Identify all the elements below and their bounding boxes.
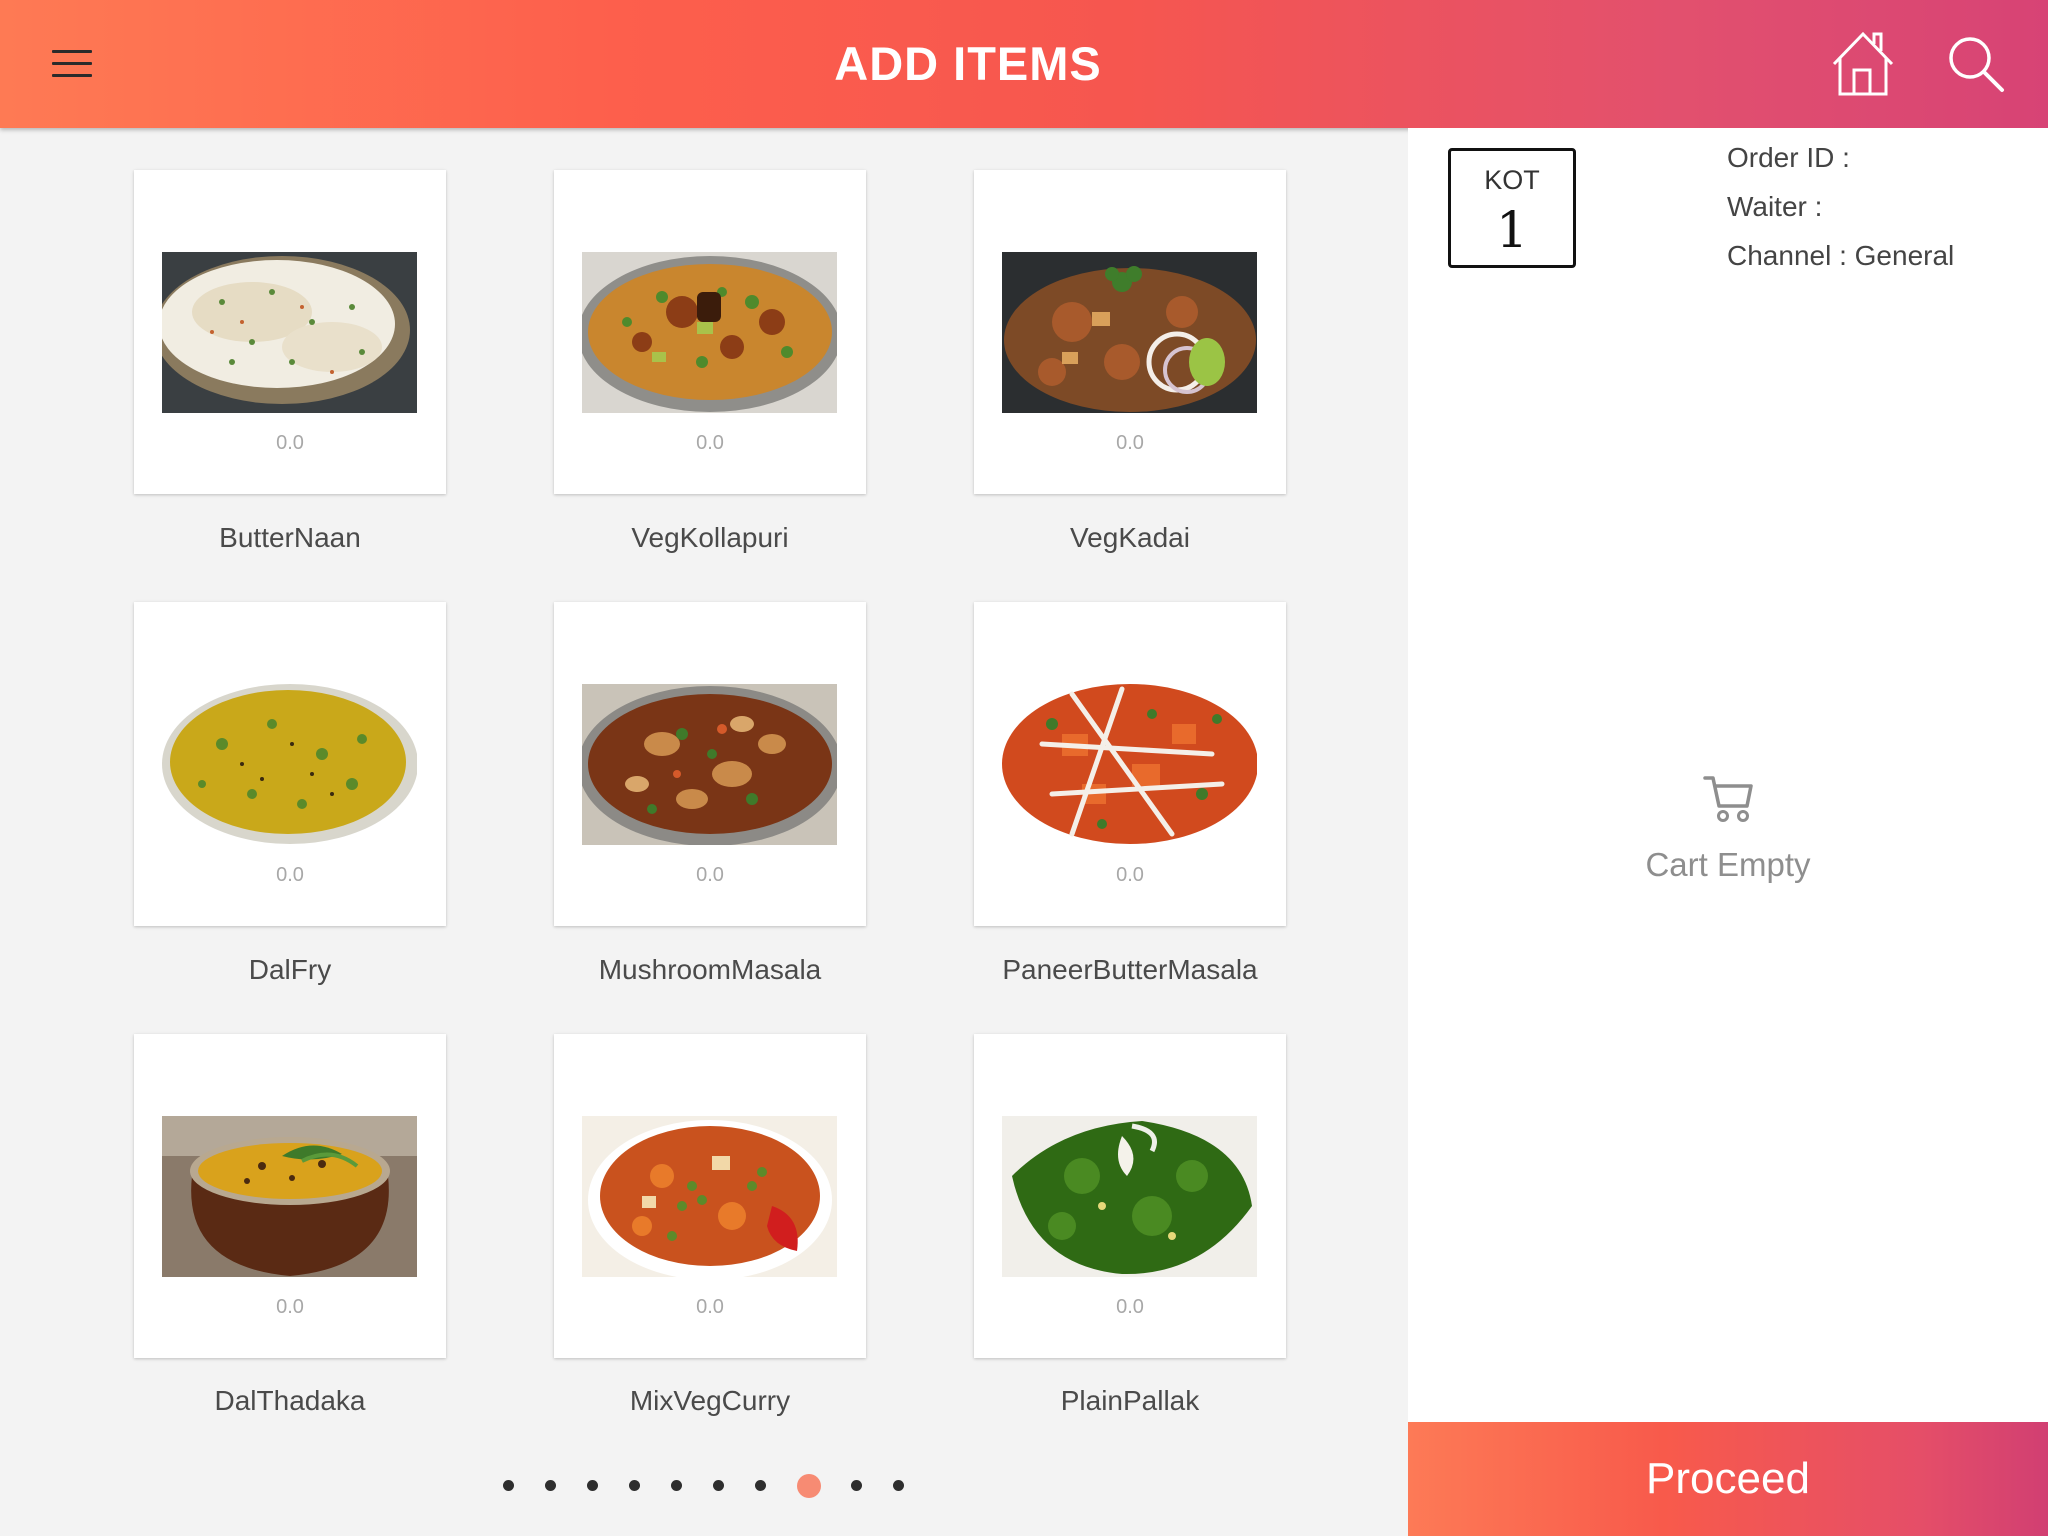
item-card-paneer-butter-masala[interactable]: 0.0 (974, 602, 1286, 926)
item-name: DalFry (248, 954, 332, 985)
item-card-mix-veg-curry[interactable]: 0.0 (554, 1034, 866, 1358)
order-panel: KOT 1 Order ID : Waiter : Channel : Gene… (1408, 128, 2048, 1536)
mix-veg-curry-image (582, 1116, 837, 1277)
item-name: DalThadaka (214, 1385, 366, 1416)
item-name: ButterNaan (219, 522, 361, 553)
top-app-bar: ADD ITEMS (0, 0, 2048, 128)
cart-icon (1701, 772, 1757, 826)
page-dot[interactable] (755, 1480, 766, 1491)
item-price: 0.0 (276, 864, 304, 886)
search-icon[interactable] (1946, 34, 2006, 94)
item-name: MixVegCurry (629, 1385, 791, 1416)
page-title: ADD ITEMS (834, 37, 1102, 90)
channel-label: Channel : General (1727, 240, 1955, 271)
veg-kadai-image (1002, 252, 1257, 413)
page-dot[interactable] (587, 1480, 598, 1491)
page-dot[interactable] (713, 1480, 724, 1491)
page-dot-active[interactable] (797, 1474, 821, 1498)
page-dot[interactable] (503, 1480, 514, 1491)
waiter-label: Waiter : (1727, 191, 1823, 222)
item-card-butter-naan[interactable]: 0.0 (134, 170, 446, 494)
order-id-label: Order ID : (1727, 142, 1850, 173)
page-dot[interactable] (671, 1480, 682, 1491)
item-price: 0.0 (696, 864, 724, 886)
plain-pallak-image (1002, 1116, 1257, 1277)
menu-item-grid: 0.0 ButterNaan 0.0 VegKollapuri 0.0 VegK… (0, 128, 1408, 1536)
item-price: 0.0 (276, 432, 304, 454)
dal-thadaka-image (162, 1116, 417, 1277)
item-name: VegKollapuri (631, 522, 789, 553)
page-dot[interactable] (629, 1480, 640, 1491)
kot-number: 1 (1496, 201, 1528, 259)
item-price: 0.0 (276, 1296, 304, 1318)
mushroom-masala-image (582, 684, 837, 845)
item-card-veg-kollapuri[interactable]: 0.0 (554, 170, 866, 494)
page-dot[interactable] (545, 1480, 556, 1491)
item-name: MushroomMasala (598, 954, 822, 985)
item-card-mushroom-masala[interactable]: 0.0 (554, 602, 866, 926)
item-card-dal-fry[interactable]: 0.0 (134, 602, 446, 926)
veg-kollapuri-image (582, 252, 837, 413)
page-dot[interactable] (893, 1480, 904, 1491)
kot-box: KOT 1 (1448, 148, 1576, 268)
dal-fry-image (162, 684, 417, 845)
page-dot[interactable] (851, 1480, 862, 1491)
item-card-veg-kadai[interactable]: 0.0 (974, 170, 1286, 494)
cart-empty-text: Cart Empty (1645, 846, 1811, 883)
item-name: VegKadai (1070, 522, 1190, 553)
paneer-butter-masala-image (1002, 684, 1257, 845)
item-price: 0.0 (1116, 1296, 1144, 1318)
item-price: 0.0 (1116, 432, 1144, 454)
proceed-button[interactable]: Proceed (1408, 1422, 2048, 1536)
page-indicator (0, 1466, 1408, 1506)
butter-naan-image (162, 252, 417, 413)
item-name: PlainPallak (1060, 1385, 1200, 1416)
item-name: PaneerButterMasala (1002, 954, 1258, 985)
item-price: 0.0 (696, 1296, 724, 1318)
item-price: 0.0 (696, 432, 724, 454)
item-price: 0.0 (1116, 864, 1144, 886)
kot-label: KOT (1484, 165, 1540, 195)
item-card-plain-pallak[interactable]: 0.0 (974, 1034, 1286, 1358)
home-icon[interactable] (1830, 28, 1896, 98)
item-card-dal-thadaka[interactable]: 0.0 (134, 1034, 446, 1358)
